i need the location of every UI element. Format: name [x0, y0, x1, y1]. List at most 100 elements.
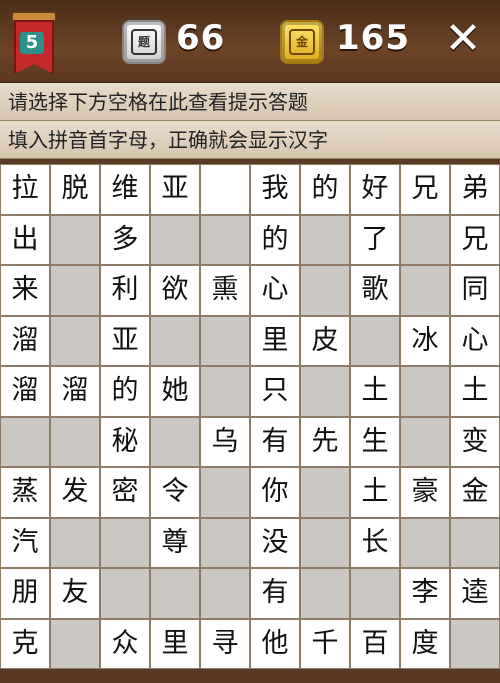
- grid-cell[interactable]: 变: [450, 416, 500, 467]
- grid-cell[interactable]: 同: [450, 265, 500, 316]
- grid-blocked-cell: [300, 568, 350, 619]
- grid-cell[interactable]: 土: [450, 366, 500, 417]
- grid-blocked-cell: [350, 315, 400, 366]
- question-token-icon: 题: [122, 20, 166, 64]
- grid-cell[interactable]: 密: [100, 467, 150, 518]
- grid-blocked-cell: [150, 416, 200, 467]
- grid-cell[interactable]: 拉: [0, 164, 50, 215]
- grid-blocked-cell: [400, 265, 450, 316]
- grid-cell[interactable]: 先: [300, 416, 350, 467]
- grid-blocked-cell: [200, 366, 250, 417]
- grid-cell[interactable]: 多: [100, 214, 150, 265]
- grid-cell[interactable]: 他: [250, 618, 300, 669]
- grid-cell[interactable]: 亚: [150, 164, 200, 215]
- grid-cell[interactable]: 利: [100, 265, 150, 316]
- grid-blocked-cell: [50, 315, 100, 366]
- grid-blocked-cell: [150, 568, 200, 619]
- grid-blocked-cell: [50, 214, 100, 265]
- grid-cell[interactable]: 来: [0, 265, 50, 316]
- hint-line-1: 请选择下方空格在此查看提示答题: [0, 83, 500, 121]
- grid-cell[interactable]: 土: [350, 366, 400, 417]
- grid-cell[interactable]: 你: [250, 467, 300, 518]
- grid-cell[interactable]: 蒸: [0, 467, 50, 518]
- grid-cell[interactable]: 维: [100, 164, 150, 215]
- grid-cell[interactable]: 乌: [200, 416, 250, 467]
- grid-cell[interactable]: 尊: [150, 517, 200, 568]
- grid-cell[interactable]: 发: [50, 467, 100, 518]
- grid-cell[interactable]: 里: [150, 618, 200, 669]
- grid-blocked-cell: [0, 416, 50, 467]
- grid-blocked-cell: [300, 265, 350, 316]
- grid-cell[interactable]: 兄: [450, 214, 500, 265]
- grid-cell[interactable]: 生: [350, 416, 400, 467]
- grid-cell[interactable]: 逵: [450, 568, 500, 619]
- grid-cell[interactable]: 我: [250, 164, 300, 215]
- grid-blocked-cell: [400, 517, 450, 568]
- grid-cell[interactable]: 李: [400, 568, 450, 619]
- grid-cell[interactable]: 土: [350, 467, 400, 518]
- grid-cell[interactable]: 的: [250, 214, 300, 265]
- grid-cell[interactable]: 她: [150, 366, 200, 417]
- grid-blocked-cell: [100, 568, 150, 619]
- grid-cell[interactable]: 好: [350, 164, 400, 215]
- grid-cell[interactable]: 歌: [350, 265, 400, 316]
- grid-cell[interactable]: 朋: [0, 568, 50, 619]
- grid-cell[interactable]: 脱: [50, 164, 100, 215]
- grid-cell[interactable]: 熏: [200, 265, 250, 316]
- hint-line-2: 填入拼音首字母，正确就会显示汉字: [0, 121, 500, 159]
- questions-count: 66: [176, 18, 226, 58]
- grid-cell[interactable]: 金: [450, 467, 500, 518]
- grid-blocked-cell: [50, 265, 100, 316]
- grid-cell[interactable]: 汽: [0, 517, 50, 568]
- gold-count: 165: [336, 18, 410, 58]
- grid-cell[interactable]: 溜: [50, 366, 100, 417]
- grid-cell[interactable]: 欲: [150, 265, 200, 316]
- grid-cell[interactable]: 里: [250, 315, 300, 366]
- grid-cell[interactable]: 皮: [300, 315, 350, 366]
- gold-coin-icon: 金: [280, 20, 324, 64]
- grid-cell[interactable]: 的: [100, 366, 150, 417]
- grid-cell[interactable]: 溜: [0, 315, 50, 366]
- grid-cell[interactable]: 有: [250, 416, 300, 467]
- grid-blocked-cell: [300, 467, 350, 518]
- grid-cell[interactable]: 众: [100, 618, 150, 669]
- grid-blocked-cell: [400, 366, 450, 417]
- close-button[interactable]: ✕: [440, 16, 486, 62]
- grid-blocked-cell: [200, 315, 250, 366]
- grid-cell[interactable]: 秘: [100, 416, 150, 467]
- grid-cell[interactable]: 心: [250, 265, 300, 316]
- grid-blocked-cell: [450, 517, 500, 568]
- grid-cell[interactable]: 友: [50, 568, 100, 619]
- grid-cell[interactable]: 弟: [450, 164, 500, 215]
- grid-cell[interactable]: 兄: [400, 164, 450, 215]
- grid-cell[interactable]: 溜: [0, 366, 50, 417]
- grid-cell[interactable]: 冰: [400, 315, 450, 366]
- grid-cell[interactable]: 出: [0, 214, 50, 265]
- bottom-frame: [0, 669, 500, 683]
- grid-blocked-cell: [50, 517, 100, 568]
- level-flag-icon: 5: [8, 12, 56, 74]
- grid-cell[interactable]: 有: [250, 568, 300, 619]
- grid-cell[interactable]: 豪: [400, 467, 450, 518]
- grid-cell[interactable]: 了: [350, 214, 400, 265]
- grid-cell[interactable]: 寻: [200, 618, 250, 669]
- grid-blocked-cell: [200, 467, 250, 518]
- grid-cell[interactable]: 没: [250, 517, 300, 568]
- grid-cell[interactable]: 长: [350, 517, 400, 568]
- grid-cell[interactable]: 克: [0, 618, 50, 669]
- grid-blocked-cell: [200, 568, 250, 619]
- grid-blocked-cell: [300, 366, 350, 417]
- grid-cell[interactable]: 心: [450, 315, 500, 366]
- grid-cell[interactable]: [200, 164, 250, 215]
- crossword-grid: 拉脱维亚我的好兄弟出多的了兄来利欲熏心歌同溜亚里皮冰心溜溜的她只土土秘乌有先生变…: [0, 164, 500, 669]
- grid-cell[interactable]: 度: [400, 618, 450, 669]
- grid-cell[interactable]: 千: [300, 618, 350, 669]
- grid-cell[interactable]: 百: [350, 618, 400, 669]
- grid-cell[interactable]: 只: [250, 366, 300, 417]
- grid-cell[interactable]: 亚: [100, 315, 150, 366]
- grid-blocked-cell: [50, 416, 100, 467]
- grid-blocked-cell: [50, 618, 100, 669]
- grid-cell[interactable]: 令: [150, 467, 200, 518]
- grid-cell[interactable]: 的: [300, 164, 350, 215]
- grid-blocked-cell: [300, 517, 350, 568]
